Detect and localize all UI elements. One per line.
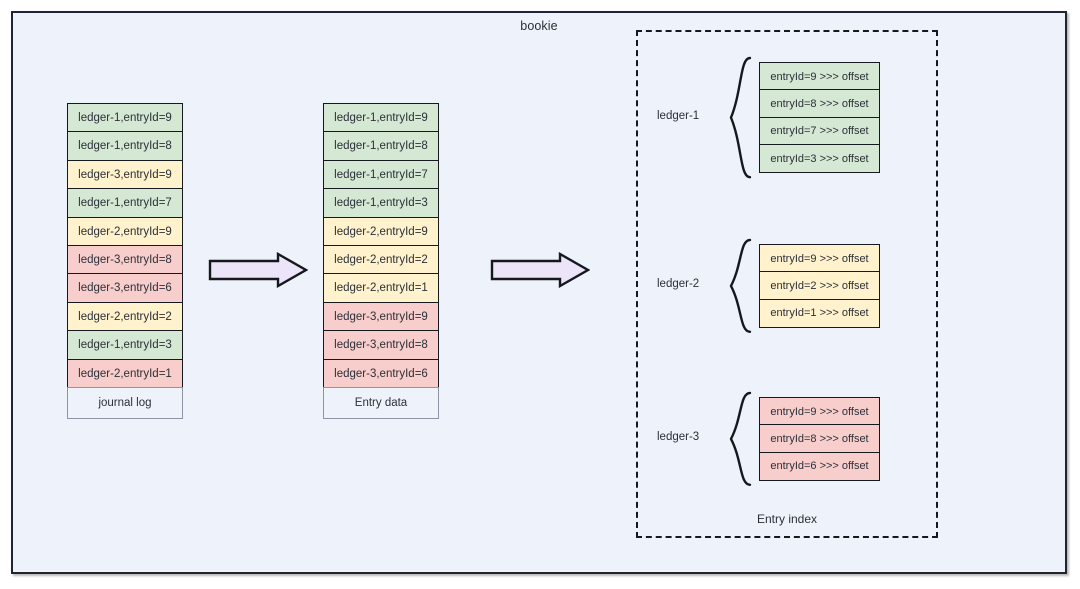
entry-index-row: entryId=9 >>> offset xyxy=(759,62,880,91)
journal-log-row: ledger-3,entryId=9 xyxy=(67,159,183,190)
arrow-journal-to-entry-data xyxy=(208,251,309,293)
entry-data-row: ledger-3,entryId=6 xyxy=(323,358,439,389)
entry-data-row: ledger-2,entryId=9 xyxy=(323,216,439,247)
curly-brace-icon xyxy=(726,238,754,339)
journal-log-row: ledger-1,entryId=3 xyxy=(67,330,183,361)
journal-log-row: ledger-2,entryId=2 xyxy=(67,301,183,332)
entry-data-row: ledger-2,entryId=2 xyxy=(323,245,439,276)
entry-data-row: ledger-1,entryId=3 xyxy=(323,188,439,219)
curly-brace-icon xyxy=(726,56,754,184)
entry-data-stack: ledger-1,entryId=9 ledger-1,entryId=8 ledg… xyxy=(323,103,439,420)
entry-index-row: entryId=8 >>> offset xyxy=(759,424,880,454)
entry-index-row: entryId=9 >>> offset xyxy=(759,244,880,273)
journal-log-row: ledger-1,entryId=9 xyxy=(67,103,183,133)
ledger-entry-stack: entryId=9 >>> offset entryId=2 >>> offset… xyxy=(759,244,880,328)
entry-index-row: entryId=8 >>> offset xyxy=(759,89,880,119)
entry-index-container: ledger-1 entryId=9 >>> offset entryId=8 >>… xyxy=(636,30,938,538)
entry-data-row: ledger-3,entryId=8 xyxy=(323,330,439,361)
entry-data-footer-label: Entry data xyxy=(323,387,439,420)
journal-log-row: ledger-2,entryId=9 xyxy=(67,216,183,247)
entry-index-footer-label: Entry index xyxy=(756,512,818,526)
entry-data-row: ledger-1,entryId=9 xyxy=(323,103,439,133)
journal-log-row: ledger-2,entryId=1 xyxy=(67,358,183,389)
entry-index-row: entryId=7 >>> offset xyxy=(759,116,880,146)
entry-data-row: ledger-1,entryId=8 xyxy=(323,131,439,162)
journal-log-rows: ledger-1,entryId=9 ledger-1,entryId=8 ledg… xyxy=(67,103,183,389)
journal-log-row: ledger-1,entryId=7 xyxy=(67,188,183,219)
entry-data-row: ledger-3,entryId=9 xyxy=(323,301,439,332)
ledger-entry-stack: entryId=9 >>> offset entryId=8 >>> offset… xyxy=(759,397,880,481)
journal-log-row: ledger-1,entryId=8 xyxy=(67,131,183,162)
arrow-entry-data-to-entry-index xyxy=(490,251,591,293)
ledger-group-label: ledger-2 xyxy=(657,277,700,290)
entry-data-row: ledger-2,entryId=1 xyxy=(323,273,439,304)
curly-brace-icon xyxy=(726,391,754,492)
ledger-group-label: ledger-3 xyxy=(657,430,700,443)
entry-data-rows: ledger-1,entryId=9 ledger-1,entryId=8 ledg… xyxy=(323,103,439,389)
journal-log-stack: ledger-1,entryId=9 ledger-1,entryId=8 ledg… xyxy=(67,103,183,420)
journal-log-row: ledger-3,entryId=6 xyxy=(67,273,183,304)
entry-index-row: entryId=6 >>> offset xyxy=(759,451,880,481)
entry-index-row: entryId=3 >>> offset xyxy=(759,144,880,174)
entry-data-row: ledger-1,entryId=7 xyxy=(323,159,439,190)
ledger-entry-stack: entryId=9 >>> offset entryId=8 >>> offset… xyxy=(759,62,880,174)
entry-index-row: entryId=9 >>> offset xyxy=(759,397,880,426)
entry-index-row: entryId=2 >>> offset xyxy=(759,271,880,301)
entry-index-row: entryId=1 >>> offset xyxy=(759,298,880,328)
journal-log-row: ledger-3,entryId=8 xyxy=(67,245,183,276)
diagram-canvas: bookie ledger-1,entryId=9 ledger-1,entryI… xyxy=(0,0,1080,589)
ledger-group-label: ledger-1 xyxy=(657,109,700,122)
journal-log-footer-label: journal log xyxy=(67,387,183,420)
